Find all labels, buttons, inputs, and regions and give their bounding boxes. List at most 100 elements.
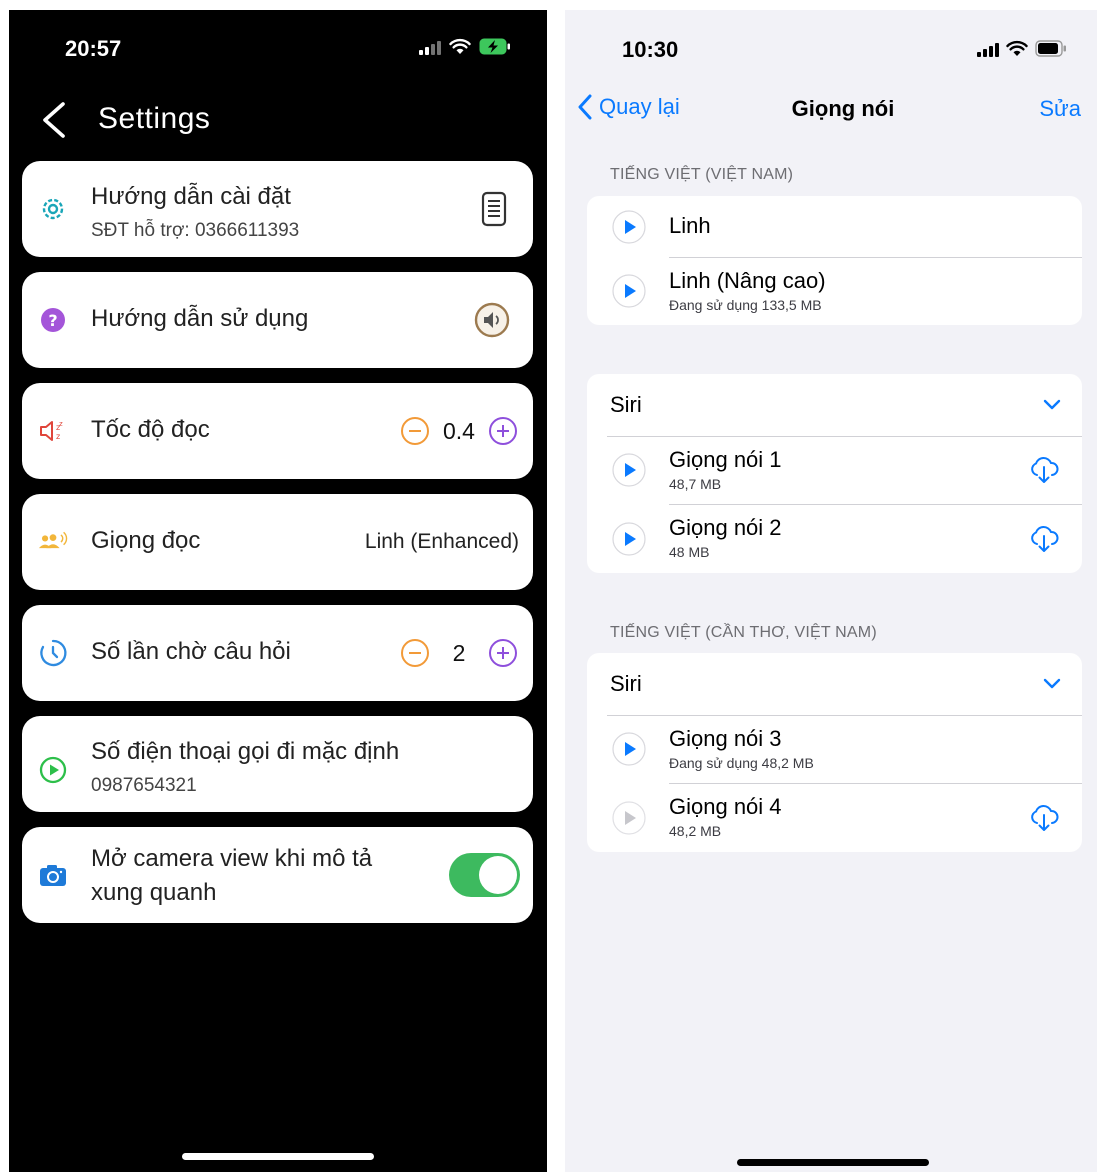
voice-row[interactable]: Giọng nói 4 48,2 MB: [587, 783, 1082, 852]
status-icons: [977, 40, 1067, 57]
people-speaking-icon: [38, 527, 68, 557]
usage-guide-card[interactable]: ? Hướng dẫn sử dụng: [22, 272, 533, 368]
volume-low-icon: z z z: [38, 416, 68, 446]
toggle-knob: [479, 856, 517, 894]
svg-text:?: ?: [48, 311, 57, 330]
play-circle-icon: [38, 755, 68, 785]
voice-label: Giọng đọc: [91, 527, 201, 554]
row-separator: [669, 257, 1082, 258]
voice-name: Giọng nói 4: [669, 794, 782, 819]
reading-speed-card: z z z Tốc độ đọc 0.4: [22, 383, 533, 479]
document-icon[interactable]: [479, 191, 509, 229]
wait-count-card: Số lần chờ câu hỏi 2: [22, 605, 533, 701]
voice-row[interactable]: Giọng nói 2 48 MB: [587, 504, 1082, 573]
section-header: TIẾNG VIỆT (CẦN THƠ, VIỆT NAM): [610, 624, 877, 641]
wifi-icon: [1006, 40, 1028, 56]
camera-view-toggle[interactable]: [449, 853, 520, 897]
back-chevron-icon[interactable]: [35, 98, 75, 142]
voice-card[interactable]: Giọng đọc Linh (Enhanced): [22, 494, 533, 590]
chevron-down-icon: [1043, 399, 1061, 410]
voices-screen: 10:30 Quay lại Giọng nói Sửa TIẾNG VIỆT …: [565, 10, 1097, 1172]
play-icon[interactable]: [611, 731, 647, 767]
siri-group-header[interactable]: Siri: [587, 653, 1082, 715]
gear-icon: [38, 194, 68, 224]
group-label: Siri: [610, 671, 642, 696]
signal-icon: [419, 39, 441, 55]
help-icon: ?: [38, 305, 68, 335]
row-separator: [669, 783, 1082, 784]
signal-icon: [977, 41, 999, 57]
wait-count-label: Số lần chờ câu hỏi: [91, 638, 291, 665]
play-icon[interactable]: [611, 521, 647, 557]
camera-view-label-line1: Mở camera view khi mô tả: [91, 845, 373, 872]
setup-guide-card[interactable]: Hướng dẫn cài đặt SĐT hỗ trợ: 0366611393: [22, 161, 533, 257]
voice-size: Đang sử dụng 133,5 MB: [669, 297, 822, 313]
siri-group-header[interactable]: Siri: [587, 374, 1082, 436]
status-time: 20:57: [65, 36, 122, 61]
cloud-download-icon[interactable]: [1028, 455, 1060, 485]
battery-icon: [1035, 40, 1066, 57]
default-phone-label: Số điện thoại gọi đi mặc định: [91, 738, 400, 765]
default-phone-number: 0987654321: [91, 775, 197, 796]
home-indicator: [737, 1159, 929, 1166]
increase-icon[interactable]: [487, 415, 519, 447]
nav-title: Giọng nói: [791, 96, 895, 121]
setup-guide-label: Hướng dẫn cài đặt: [91, 183, 291, 210]
voice-size: 48,2 MB: [669, 823, 722, 839]
decrease-icon[interactable]: [399, 415, 431, 447]
status-icons: [419, 38, 511, 55]
voice-size: 48,7 MB: [669, 476, 722, 492]
svg-text:z: z: [56, 432, 60, 441]
voice-group-vietnam: Linh Linh (Nâng cao) Đang sử dụng 133,5 …: [587, 196, 1082, 325]
voice-size: Đang sử dụng 48,2 MB: [669, 755, 814, 771]
wifi-icon: [449, 38, 471, 54]
voice-group-can-tho: Siri Giọng nói 3 Đang sử dụng 48,2 MB Gi…: [587, 653, 1082, 852]
home-indicator: [182, 1153, 374, 1160]
voice-name: Giọng nói 3: [669, 726, 782, 751]
page-title: Settings: [98, 102, 211, 135]
reading-speed-label: Tốc độ đọc: [91, 416, 210, 443]
row-separator: [669, 504, 1082, 505]
voice-row[interactable]: Giọng nói 3 Đang sử dụng 48,2 MB: [587, 715, 1082, 783]
camera-icon: [38, 860, 68, 890]
camera-view-label-line2: xung quanh: [91, 879, 217, 906]
voice-row[interactable]: Linh (Nâng cao) Đang sử dụng 133,5 MB: [587, 257, 1082, 325]
play-icon[interactable]: [611, 273, 647, 309]
support-phone: SĐT hỗ trợ: 0366611393: [91, 220, 300, 241]
voice-row[interactable]: Giọng nói 1 48,7 MB: [587, 436, 1082, 504]
play-icon[interactable]: [611, 209, 647, 245]
battery-charging-icon: [479, 38, 510, 55]
increase-icon[interactable]: [487, 637, 519, 669]
voice-row[interactable]: Linh: [587, 196, 1082, 257]
speaker-icon[interactable]: [473, 301, 511, 339]
svg-text:z: z: [59, 420, 63, 428]
usage-guide-label: Hướng dẫn sử dụng: [91, 305, 309, 332]
edit-button[interactable]: Sửa: [1039, 96, 1081, 122]
wait-count-value: 2: [452, 639, 466, 666]
voice-name: Giọng nói 2: [669, 515, 782, 540]
row-separator: [607, 715, 1082, 716]
play-disabled-icon[interactable]: [611, 800, 647, 836]
default-phone-card[interactable]: Số điện thoại gọi đi mặc định 0987654321: [22, 716, 533, 812]
voice-size: 48 MB: [669, 544, 710, 560]
settings-screen: 20:57 Settings Hướng dẫn cài đặt SĐT hỗ …: [9, 10, 547, 1172]
decrease-icon[interactable]: [399, 637, 431, 669]
cloud-download-icon[interactable]: [1028, 524, 1060, 554]
camera-view-card: Mở camera view khi mô tả xung quanh: [22, 827, 533, 923]
cloud-download-icon[interactable]: [1028, 803, 1060, 833]
group-label: Siri: [610, 392, 642, 417]
reading-speed-value: 0.4: [443, 417, 475, 444]
voice-name: Linh: [669, 213, 711, 238]
voice-value: Linh (Enhanced): [364, 530, 519, 553]
wait-count-stepper: 2: [399, 637, 519, 669]
voice-name: Linh (Nâng cao): [669, 268, 826, 293]
voice-name: Giọng nói 1: [669, 447, 782, 472]
timer-icon: [38, 638, 68, 668]
play-icon[interactable]: [611, 452, 647, 488]
chevron-down-icon: [1043, 678, 1061, 689]
status-time: 10:30: [622, 37, 679, 62]
voice-group-siri: Siri Giọng nói 1 48,7 MB Giọng nói 2 48 …: [587, 374, 1082, 573]
section-header: TIẾNG VIỆT (VIỆT NAM): [610, 166, 794, 183]
reading-speed-stepper: 0.4: [399, 415, 519, 447]
row-separator: [607, 436, 1082, 437]
